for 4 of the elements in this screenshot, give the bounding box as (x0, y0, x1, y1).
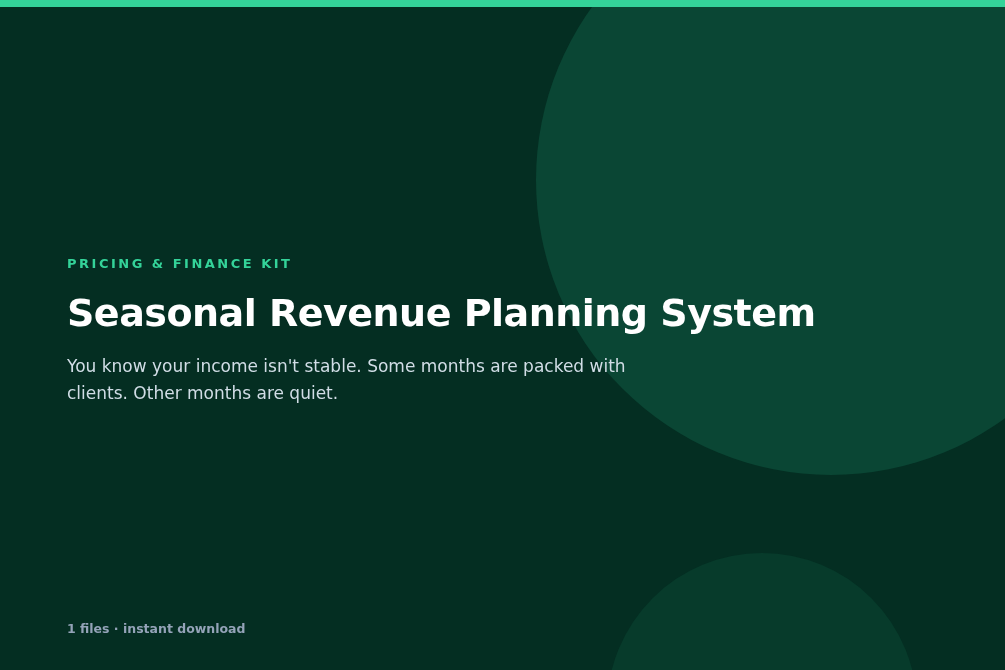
file-info: 1 files · instant download (67, 621, 247, 636)
page-title: Seasonal Revenue Planning System (67, 291, 817, 335)
description: You know your income isn't stable. Some months are packed with clients. Other months are quiet. (67, 355, 627, 405)
category-label: PRICING & FINANCE KIT (67, 256, 294, 271)
